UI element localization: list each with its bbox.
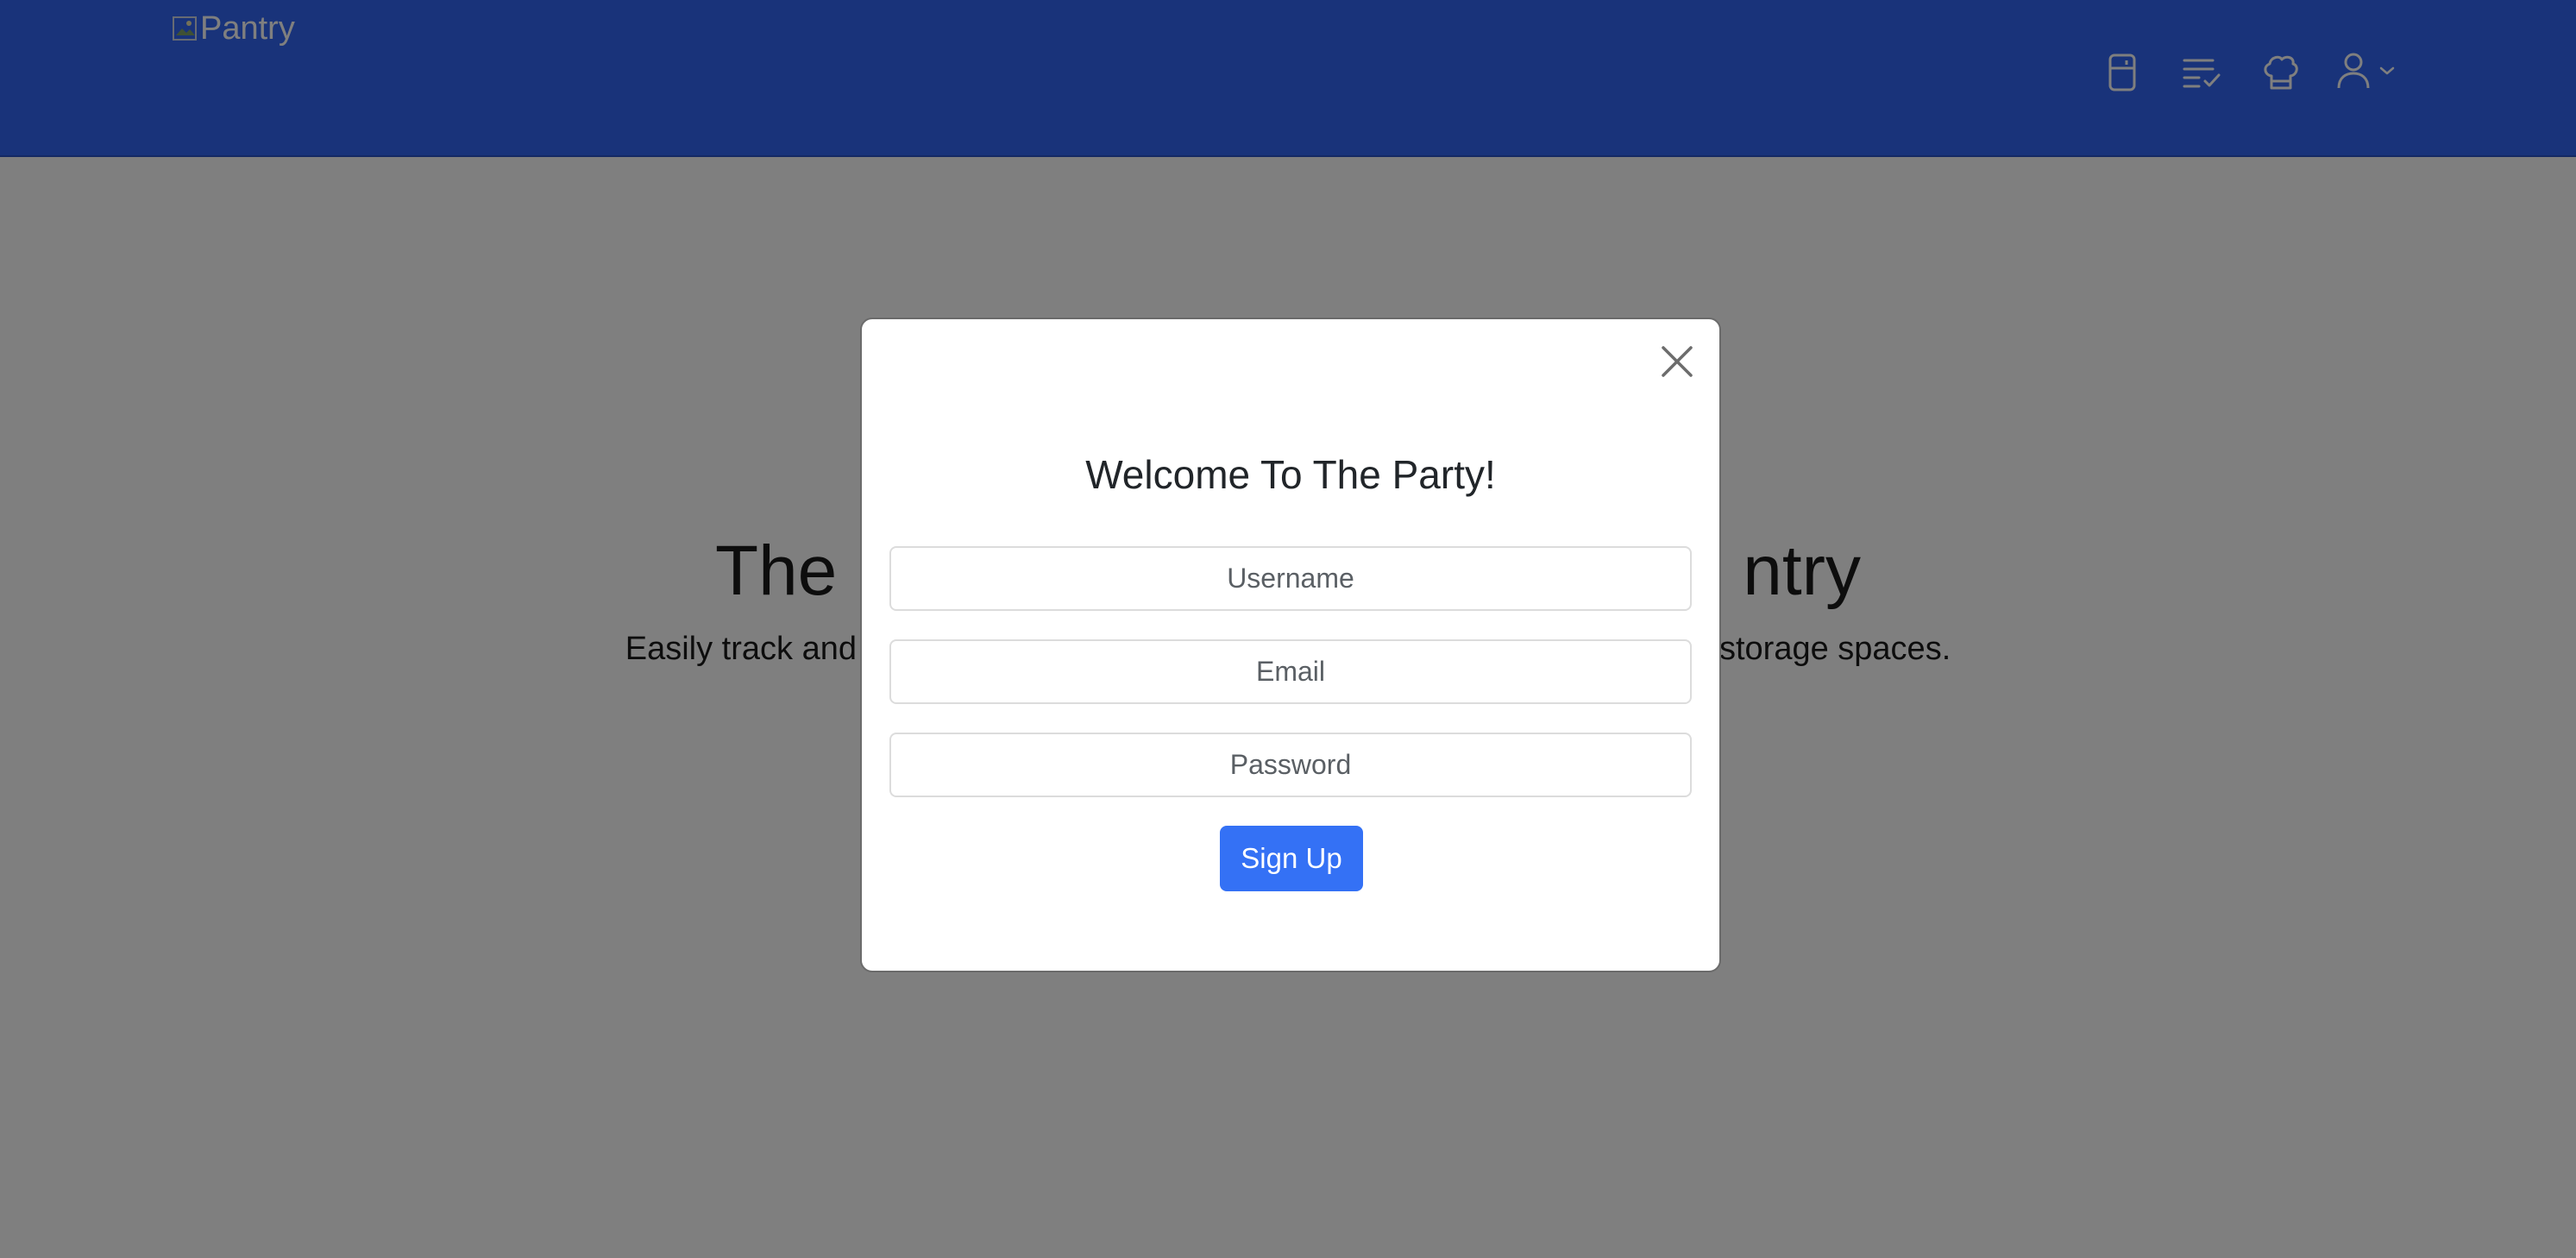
close-button[interactable] (1654, 340, 1700, 387)
signup-button[interactable]: Sign Up (1220, 826, 1363, 891)
modal-title: Welcome To The Party! (1085, 452, 1496, 497)
password-input[interactable] (889, 733, 1692, 797)
username-input[interactable] (889, 546, 1692, 611)
page: Pantry (0, 0, 2576, 1258)
signup-modal: Welcome To The Party! Sign Up (860, 318, 1721, 972)
close-icon (1660, 344, 1694, 383)
email-input[interactable] (889, 639, 1692, 704)
